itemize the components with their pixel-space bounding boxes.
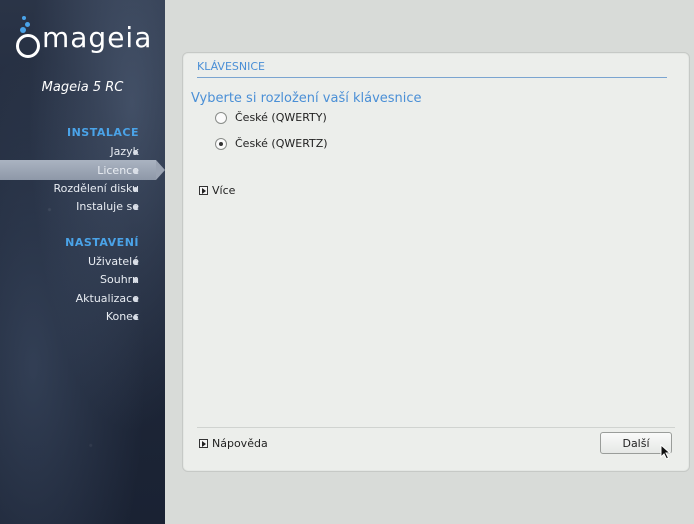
more-expander[interactable]: Více: [199, 184, 235, 197]
settings-section-title: NASTAVENÍ: [65, 236, 139, 249]
step-uzivatele: Uživatelé: [87, 255, 139, 268]
sidebar: mageia Mageia 5 RC INSTALACE Jazyk Licen…: [0, 0, 165, 524]
radio-option-qwertz[interactable]: České (QWERTZ): [215, 137, 328, 150]
active-step-arrow-icon: [156, 160, 165, 180]
install-section-title: INSTALACE: [67, 126, 139, 139]
title-divider: [197, 77, 667, 78]
help-label: Nápověda: [212, 437, 268, 450]
step-instaluje-se: Instaluje se: [76, 200, 139, 213]
layout-question: Vyberte si rozložení vaší klávesnice: [191, 91, 422, 106]
step-dot-icon: [133, 260, 138, 265]
radio-button[interactable]: [215, 111, 227, 124]
bottom-divider: [197, 427, 675, 428]
panel-title: KLÁVESNICE: [197, 60, 265, 73]
radio-button-selected[interactable]: [215, 137, 227, 150]
step-dot-icon: [133, 278, 138, 283]
more-label: Více: [212, 184, 236, 197]
step-dot-icon: [133, 297, 138, 302]
step-dot-icon: [133, 187, 138, 192]
step-dot-icon: [133, 169, 138, 174]
help-expander[interactable]: Nápověda: [199, 437, 268, 450]
mouse-pointer-icon: [660, 444, 672, 460]
version-label: Mageia 5 RC: [41, 80, 124, 95]
logo-text: mageia: [42, 21, 153, 54]
radio-option-qwerty[interactable]: České (QWERTY): [215, 111, 327, 124]
radio-label: České (QWERTZ): [235, 137, 328, 150]
expander-arrow-icon: [199, 186, 208, 195]
mageia-logo: mageia: [14, 16, 153, 58]
step-dot-icon: [133, 315, 138, 320]
step-dot-icon: [133, 205, 138, 210]
expander-arrow-icon: [199, 439, 208, 448]
step-dot-icon: [133, 150, 138, 155]
mageia-logo-icon: [14, 16, 40, 58]
keyboard-panel: KLÁVESNICE Vyberte si rozložení vaší klá…: [182, 52, 690, 472]
radio-label: České (QWERTY): [235, 111, 327, 124]
step-rozdeleni-disku: Rozdělení disku: [53, 182, 139, 195]
step-aktualizace: Aktualizace: [75, 292, 139, 305]
